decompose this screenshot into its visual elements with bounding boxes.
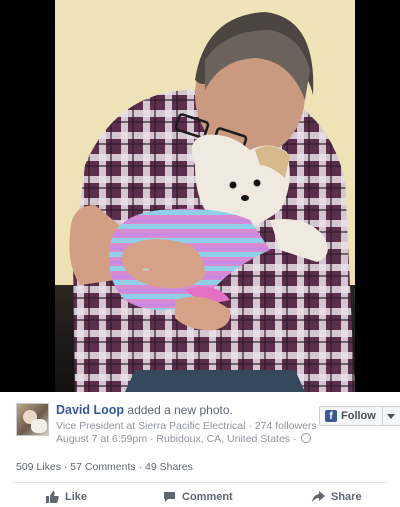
like-label: Like [65,491,88,503]
author-job-title: Vice President at Sierra Pacific Electri… [56,420,246,432]
photo-illustration [69,12,355,392]
post-date[interactable]: August 7 at 6:59pm [56,433,147,445]
post-meta: August 7 at 6:59pm · Rubidoux, CA, Unite… [56,433,312,445]
follow-label: Follow [341,410,376,422]
comments-count[interactable]: 57 Comments [70,461,135,473]
globe-icon [301,433,312,443]
follow-control: f Follow [319,406,400,426]
like-button[interactable]: Like [46,491,87,503]
comment-button[interactable]: Comment [163,491,233,503]
shares-count[interactable]: 49 Shares [145,461,193,473]
actions-divider [12,482,388,483]
likes-count[interactable]: 509 Likes [16,461,61,473]
post-location[interactable]: Rubidoux, CA, United States [156,433,290,445]
post-title-line: David Loop added a new photo. [56,403,233,417]
follower-count: 274 followers [254,420,317,432]
comment-icon [164,492,175,502]
share-icon [312,491,325,502]
author-name[interactable]: David Loop [56,403,124,417]
author-subtitle: Vice President at Sierra Pacific Electri… [56,420,317,432]
share-label: Share [331,491,362,503]
post-action-text: added a new photo. [127,403,233,417]
follow-menu-button[interactable] [382,406,400,426]
follow-button[interactable]: f Follow [319,406,383,426]
comment-label: Comment [182,491,233,503]
chevron-down-icon [387,413,396,419]
post-actions: Like Comment Share [0,487,400,507]
engagement-counts: 509 Likes · 57 Comments · 49 Shares [16,461,193,473]
like-icon [46,491,59,503]
post-photo[interactable] [0,0,400,392]
share-button[interactable]: Share [312,491,362,503]
facebook-icon: f [325,410,337,422]
photo-content [55,0,355,392]
author-avatar[interactable] [16,403,49,436]
